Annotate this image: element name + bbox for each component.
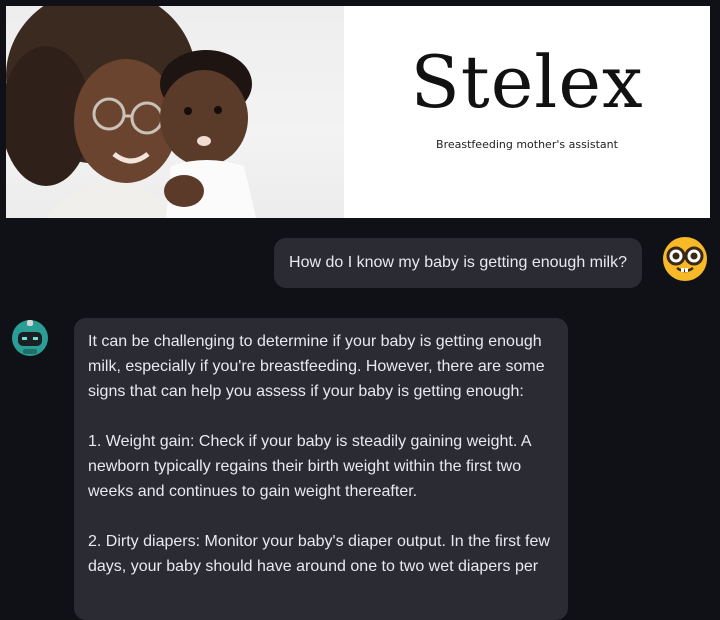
brand-subtitle: Breastfeeding mother's assistant — [436, 138, 618, 151]
assistant-paragraph: 1. Weight gain: Check if your baby is st… — [88, 433, 531, 500]
header-banner: Stelex Breastfeeding mother's assistant — [6, 6, 710, 218]
assistant-paragraph: It can be challenging to determine if yo… — [88, 333, 545, 400]
user-message-row: How do I know my baby is getting enough … — [0, 236, 720, 288]
nerd-face-emoji-icon — [662, 236, 708, 282]
assistant-paragraph: 2. Dirty diapers: Monitor your baby's di… — [88, 533, 550, 575]
robot-icon — [10, 318, 50, 358]
brand-title: Stelex — [410, 40, 644, 124]
brand-panel: Stelex Breastfeeding mother's assistant — [344, 6, 710, 218]
assistant-message-bubble: It can be challenging to determine if yo… — [74, 318, 568, 620]
mother-and-baby-photo — [6, 6, 344, 218]
user-message-bubble: How do I know my baby is getting enough … — [274, 238, 642, 288]
